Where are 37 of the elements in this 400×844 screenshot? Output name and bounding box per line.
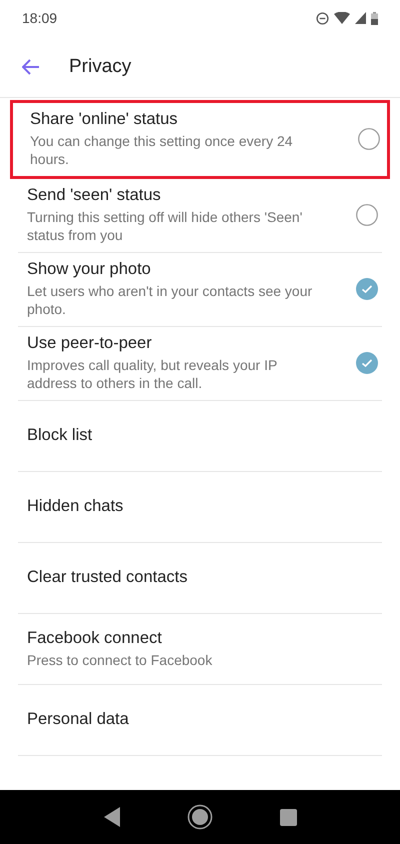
back-button[interactable] [20,56,42,76]
status-time: 18:09 [22,10,58,26]
setting-row[interactable]: Facebook connect Press to connect to Facebook [18,614,382,685]
setting-row[interactable]: Personal data [18,685,382,756]
checked-checkbox-icon[interactable] [356,352,378,374]
setting-title: Use peer-to-peer [27,333,152,354]
setting-title: Block list [27,424,92,446]
setting-description: Turning this setting off will hide others 'Seen' status from you [27,208,304,244]
screen-title: Privacy [69,56,132,78]
do-not-disturb-icon [316,12,329,24]
signal-icon [355,12,366,24]
setting-row[interactable]: Clear trusted contacts [18,543,382,614]
unchecked-checkbox-icon[interactable] [358,128,380,150]
setting-description: Let users who aren't in your contacts see your photo. [27,282,314,318]
setting-title: Hidden chats [27,496,124,516]
setting-row[interactable]: Send 'seen' status Turning this setting off will hide others 'Seen' status from you [18,179,382,253]
battery-icon [371,12,378,24]
wifi-icon [334,12,350,24]
setting-title: Facebook connect [27,628,162,648]
setting-row[interactable]: Use peer-to-peer Improves call quality, but reveals your IP address to others in the call. [18,327,382,401]
setting-title: Show your photo [27,259,151,280]
unchecked-checkbox-icon[interactable] [356,204,378,226]
setting-description: Press to connect to Facebook [27,650,212,668]
setting-description: You can change this setting once every 24 hours. [30,132,294,168]
setting-row[interactable]: Block list [18,401,382,472]
home-nav-icon[interactable] [186,804,212,830]
setting-title: Clear trusted contacts [27,566,188,588]
setting-description: Improves call quality, but reveals your IP address to others in the call. [27,356,278,392]
setting-title: Send 'seen' status [27,185,161,206]
back-nav-icon[interactable] [104,807,120,827]
checked-checkbox-icon[interactable] [356,278,378,300]
setting-row[interactable]: Show your photo Let users who aren't in your contacts see your photo. [18,253,382,327]
recents-nav-icon[interactable] [280,808,296,826]
setting-row[interactable]: Share 'online' status You can change this setting once every 24 hours. [10,100,390,179]
setting-row[interactable]: Hidden chats [18,472,382,543]
setting-title: Share 'online' status [30,109,178,130]
setting-title: Personal data [27,708,129,730]
